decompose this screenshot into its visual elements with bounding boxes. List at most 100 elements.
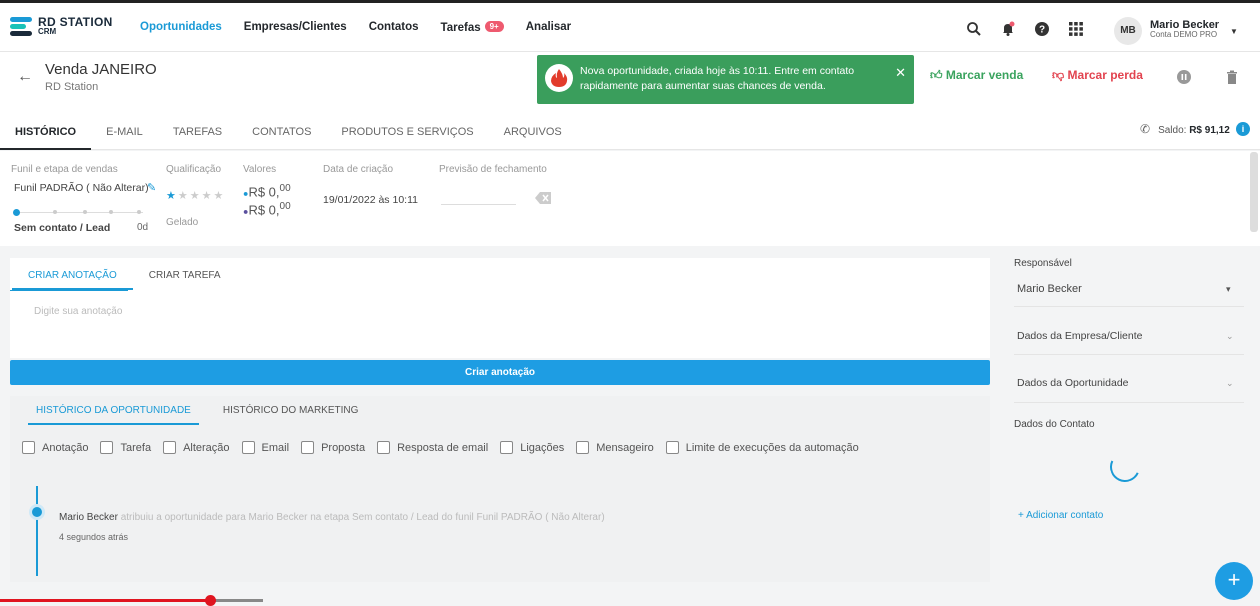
deal-header: ← Venda JANEIRO RD Station Nova oportuni…: [0, 52, 1260, 150]
history-entry-user: Mario Becker: [59, 512, 118, 523]
annotation-input[interactable]: Digite sua anotação: [34, 306, 122, 317]
tab-marketing-history[interactable]: HISTÓRICO DO MARKETING: [215, 405, 367, 425]
filter-checkbox[interactable]: [163, 441, 177, 454]
history-filter[interactable]: Alteração: [163, 441, 230, 454]
history-filter[interactable]: Anotação: [22, 441, 88, 454]
star-icon[interactable]: ★: [190, 190, 202, 202]
info-icon[interactable]: i: [1236, 122, 1250, 136]
value-two: ●R$ 0,00: [243, 201, 291, 218]
qualification-label: Qualificação: [166, 164, 222, 175]
add-contact-link[interactable]: + Adicionar contato: [1018, 510, 1103, 521]
history-entry-time: 4 segundos atrás: [59, 532, 129, 542]
history-filter[interactable]: Limite de execuções da automação: [665, 441, 859, 454]
deal-section[interactable]: Dados da Oportunidade: [1017, 377, 1129, 389]
filter-label: Ligações: [520, 441, 565, 454]
responsible-select[interactable]: Mario Becker: [1017, 283, 1082, 295]
timeline-line: [36, 486, 38, 576]
star-icon[interactable]: ★: [166, 190, 178, 202]
stage-dot[interactable]: [83, 210, 87, 214]
tab-deal-history[interactable]: HISTÓRICO DA OPORTUNIDADE: [28, 405, 199, 425]
tab-historico[interactable]: HISTÓRICO: [0, 124, 92, 150]
stage-dot[interactable]: [109, 210, 113, 214]
star-icon[interactable]: ★: [178, 190, 190, 202]
history-filter[interactable]: Resposta de email: [377, 441, 488, 454]
stage-name: Sem contato / Lead: [14, 222, 111, 234]
calendar-clear-icon[interactable]: [535, 192, 551, 207]
video-progress-bar[interactable]: [0, 595, 263, 606]
tab-email[interactable]: E-MAIL: [91, 124, 158, 150]
help-icon[interactable]: ?: [1034, 21, 1050, 37]
user-account: Conta DEMO PRO: [1150, 30, 1218, 40]
stage-dot[interactable]: [53, 210, 57, 214]
chevron-down-icon[interactable]: ▾: [1226, 284, 1231, 295]
history-filter[interactable]: Ligações: [500, 441, 564, 454]
forecast-label: Previsão de fechamento: [439, 164, 547, 175]
close-icon[interactable]: ✕: [895, 65, 906, 81]
filter-checkbox[interactable]: [665, 441, 679, 454]
tab-create-annotation[interactable]: CRIAR ANOTAÇÃO: [12, 270, 133, 290]
chevron-down-icon[interactable]: ⌄: [1226, 378, 1234, 389]
filter-checkbox[interactable]: [301, 441, 315, 454]
history-panel: HISTÓRICO DA OPORTUNIDADE HISTÓRICO DO M…: [10, 396, 990, 582]
history-filter[interactable]: Proposta: [301, 441, 365, 454]
user-menu[interactable]: Mario Becker Conta DEMO PRO: [1150, 19, 1219, 40]
nav-item-empresas[interactable]: Empresas/Clientes: [244, 21, 347, 34]
nav-item-contatos[interactable]: Contatos: [369, 21, 419, 34]
chevron-down-icon[interactable]: ▼: [1230, 27, 1238, 36]
qualification-stars[interactable]: ★★★★★: [166, 189, 225, 202]
phone-icon: ✆: [1140, 122, 1151, 136]
search-icon[interactable]: [966, 21, 982, 37]
stage-dot-current[interactable]: [13, 209, 20, 216]
video-progress-knob[interactable]: [205, 595, 217, 606]
contact-section: Dados do Contato: [1014, 419, 1095, 430]
tab-contatos[interactable]: CONTATOS: [237, 124, 326, 150]
create-annotation-button[interactable]: Criar anotação: [10, 360, 990, 385]
loading-spinner-icon: [1105, 447, 1145, 487]
filter-checkbox[interactable]: [22, 441, 35, 454]
filter-label: Resposta de email: [397, 441, 489, 454]
filter-checkbox[interactable]: [500, 441, 514, 454]
history-filter[interactable]: Tarefa: [100, 441, 151, 454]
avatar[interactable]: MB: [1114, 17, 1142, 45]
pencil-icon[interactable]: ✎: [147, 181, 156, 194]
nav-item-oportunidades[interactable]: Oportunidades: [140, 21, 222, 34]
history-filter[interactable]: Mensageiro: [576, 441, 654, 454]
logo-icon: [10, 15, 32, 37]
tab-create-task[interactable]: CRIAR TAREFA: [133, 270, 237, 290]
chevron-down-icon[interactable]: ⌄: [1226, 331, 1234, 342]
apps-grid-icon[interactable]: [1068, 21, 1084, 37]
mark-lost-button[interactable]: 👎︎ Marcar perda: [1052, 68, 1143, 83]
nav-item-analisar[interactable]: Analisar: [526, 21, 571, 34]
bell-icon[interactable]: [1000, 21, 1016, 37]
tab-tarefas[interactable]: TAREFAS: [158, 124, 237, 150]
nav-item-tarefas[interactable]: Tarefas 9+: [441, 21, 504, 34]
scrollbar[interactable]: [1250, 152, 1258, 232]
back-arrow-icon[interactable]: ←: [17, 68, 33, 86]
timeline-dot-icon: [29, 504, 45, 520]
pause-icon[interactable]: [1177, 70, 1191, 84]
trash-icon[interactable]: [1226, 70, 1240, 84]
company-section[interactable]: Dados da Empresa/Cliente: [1017, 330, 1142, 342]
mark-lost-label: Marcar perda: [1067, 68, 1143, 82]
star-icon[interactable]: ★: [214, 190, 226, 202]
balance-label: Saldo:: [1158, 125, 1187, 136]
filter-checkbox[interactable]: [576, 441, 590, 454]
filter-checkbox[interactable]: [377, 441, 391, 454]
tab-arquivos[interactable]: ARQUIVOS: [489, 124, 577, 150]
deal-company[interactable]: RD Station: [45, 81, 98, 93]
mark-won-button[interactable]: 👍︎ Marcar venda: [930, 68, 1023, 83]
rd-station-logo[interactable]: RD STATION CRM: [10, 15, 113, 37]
stage-dot[interactable]: [137, 210, 141, 214]
stage-progress[interactable]: [13, 209, 143, 217]
tab-produtos[interactable]: PRODUTOS E SERVIÇOS: [326, 124, 488, 150]
filter-checkbox[interactable]: [100, 441, 114, 454]
toast-message: Nova oportunidade, criada hoje às 10:11.…: [580, 65, 855, 93]
history-filter[interactable]: Email: [241, 441, 289, 454]
filter-label: Limite de execuções da automação: [685, 441, 859, 454]
star-icon[interactable]: ★: [202, 190, 214, 202]
forecast-input[interactable]: [441, 204, 516, 205]
top-navbar: RD STATION CRM Oportunidades Empresas/Cl…: [0, 0, 1260, 52]
add-fab-button[interactable]: +: [1215, 562, 1253, 600]
deal-tabs: HISTÓRICO E-MAIL TAREFAS CONTATOS PRODUT…: [0, 124, 577, 150]
filter-checkbox[interactable]: [241, 441, 255, 454]
